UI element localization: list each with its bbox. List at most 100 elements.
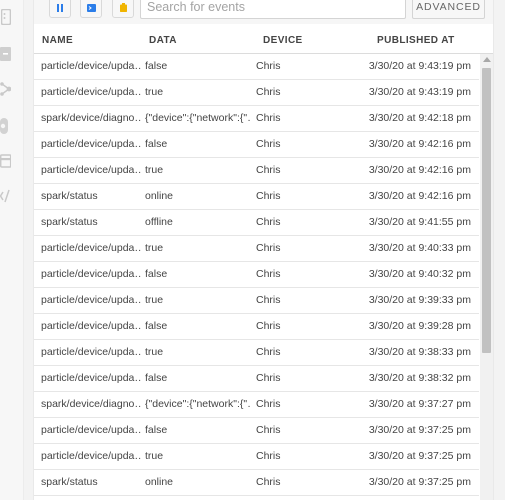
event-data-cell: online — [145, 190, 174, 202]
event-published-cell: 3/30/20 at 9:40:33 pm — [368, 242, 471, 254]
event-device-cell: Chris — [256, 294, 281, 306]
event-data-cell: true — [145, 450, 164, 462]
event-published-cell: 3/30/20 at 9:42:16 pm — [368, 190, 471, 202]
table-row[interactable]: spark/device/diagno… {"device":{"network"… — [34, 106, 479, 132]
event-data-cell: false — [145, 424, 168, 436]
event-name-cell: particle/device/upda… — [41, 424, 142, 436]
event-name-cell: particle/device/upda… — [41, 138, 142, 150]
event-name-cell: spark/device/diagno… — [41, 398, 142, 410]
event-data-cell: false — [145, 372, 168, 384]
table-row[interactable]: particle/device/upda… true Chris 3/30/20 at… — [34, 444, 479, 470]
table-row[interactable]: spark/status online Chris 3/30/20 at 9:37:2… — [34, 470, 479, 496]
table-row[interactable]: particle/device/upda… false Chris 3/30/20 a… — [34, 262, 479, 288]
event-name-cell: spark/status — [41, 216, 98, 228]
event-published-cell: 3/30/20 at 9:43:19 pm — [368, 86, 471, 98]
event-name-cell: particle/device/upda… — [41, 242, 142, 254]
event-published-cell: 3/30/20 at 9:38:32 pm — [368, 372, 471, 384]
table-row[interactable]: particle/device/upda… true Chris 3/30/20 at… — [34, 288, 479, 314]
table-row[interactable]: spark/status offline Chris 3/30/20 at 9:41:… — [34, 210, 479, 236]
event-device-cell: Chris — [256, 450, 281, 462]
event-published-cell: 3/30/20 at 9:43:19 pm — [368, 60, 471, 72]
event-published-cell: 3/30/20 at 9:40:32 pm — [368, 268, 471, 280]
table-row[interactable]: particle/device/upda… false Chris 3/30/20 a… — [34, 132, 479, 158]
event-name-cell: particle/device/upda… — [41, 294, 142, 306]
scrollbar[interactable] — [480, 54, 493, 500]
event-published-cell: 3/30/20 at 9:38:33 pm — [368, 346, 471, 358]
event-data-cell: {"device":{"network":{"… — [145, 112, 251, 124]
rail-divider — [23, 0, 24, 500]
event-name-cell: particle/device/upda… — [41, 320, 142, 332]
event-data-cell: false — [145, 268, 168, 280]
event-published-cell: 3/30/20 at 9:42:16 pm — [368, 164, 471, 176]
event-data-cell: true — [145, 294, 164, 306]
event-name-cell: spark/device/diagno… — [41, 112, 142, 124]
event-device-cell: Chris — [256, 320, 281, 332]
events-toolbar: ADVANCED — [34, 0, 493, 24]
event-device-cell: Chris — [256, 60, 281, 72]
event-device-cell: Chris — [256, 138, 281, 150]
column-header-name[interactable]: NAME — [42, 35, 73, 46]
table-row[interactable] — [34, 496, 479, 500]
event-device-cell: Chris — [256, 398, 281, 410]
event-published-cell: 3/30/20 at 9:37:27 pm — [368, 398, 471, 410]
event-published-cell: 3/30/20 at 9:37:25 pm — [368, 476, 471, 488]
event-device-cell: Chris — [256, 424, 281, 436]
event-published-cell: 3/30/20 at 9:42:16 pm — [368, 138, 471, 150]
event-device-cell: Chris — [256, 164, 281, 176]
event-name-cell: particle/device/upda… — [41, 450, 142, 462]
integrations-icon[interactable] — [0, 117, 11, 135]
code-icon[interactable] — [0, 187, 11, 205]
event-data-cell: false — [145, 138, 168, 150]
scroll-up-icon[interactable] — [483, 57, 491, 62]
console-icon[interactable] — [0, 45, 11, 63]
pause-button[interactable] — [49, 0, 71, 18]
table-row[interactable]: particle/device/upda… true Chris 3/30/20 at… — [34, 236, 479, 262]
search-input[interactable] — [140, 0, 406, 19]
table-row[interactable]: spark/device/diagno… {"device":{"network"… — [34, 392, 479, 418]
events-panel: ADVANCED NAME DATA DEVICE PUBLISHED AT p… — [33, 0, 494, 500]
event-published-cell: 3/30/20 at 9:41:55 pm — [368, 216, 471, 228]
table-row[interactable]: particle/device/upda… false Chris 3/30/20 a… — [34, 314, 479, 340]
column-header-device[interactable]: DEVICE — [263, 35, 303, 46]
billing-icon[interactable] — [0, 152, 11, 170]
table-row[interactable]: particle/device/upda… true Chris 3/30/20 at… — [34, 158, 479, 184]
table-row[interactable]: particle/device/upda… true Chris 3/30/20 at… — [34, 340, 479, 366]
event-device-cell: Chris — [256, 216, 281, 228]
event-device-cell: Chris — [256, 112, 281, 124]
event-device-cell: Chris — [256, 372, 281, 384]
event-device-cell: Chris — [256, 346, 281, 358]
event-data-cell: true — [145, 346, 164, 358]
event-name-cell: particle/device/upda… — [41, 164, 142, 176]
scrollbar-thumb[interactable] — [482, 68, 491, 353]
clear-button[interactable] — [112, 0, 134, 18]
event-published-cell: 3/30/20 at 9:39:33 pm — [368, 294, 471, 306]
events-table-body: particle/device/upda… false Chris 3/30/20 a… — [34, 54, 479, 500]
event-name-cell: spark/status — [41, 190, 98, 202]
table-row[interactable]: particle/device/upda… false Chris 3/30/20 a… — [34, 54, 479, 80]
advanced-button[interactable]: ADVANCED — [412, 0, 485, 19]
table-row[interactable]: particle/device/upda… true Chris 3/30/20 at… — [34, 80, 479, 106]
table-row[interactable]: particle/device/upda… false Chris 3/30/20 a… — [34, 366, 479, 392]
table-row[interactable]: spark/status online Chris 3/30/20 at 9:42:1… — [34, 184, 479, 210]
event-name-cell: particle/device/upda… — [41, 60, 142, 72]
event-published-cell: 3/30/20 at 9:39:28 pm — [368, 320, 471, 332]
event-data-cell: false — [145, 60, 168, 72]
event-data-cell: false — [145, 320, 168, 332]
mesh-network-icon[interactable] — [0, 80, 11, 98]
terminal-button[interactable] — [80, 0, 102, 18]
event-published-cell: 3/30/20 at 9:37:25 pm — [368, 450, 471, 462]
column-header-data[interactable]: DATA — [149, 35, 177, 46]
column-header-published-at[interactable]: PUBLISHED AT — [377, 35, 455, 46]
event-data-cell: true — [145, 242, 164, 254]
table-row[interactable]: particle/device/upda… false Chris 3/30/20 a… — [34, 418, 479, 444]
event-device-cell: Chris — [256, 190, 281, 202]
event-name-cell: particle/device/upda… — [41, 346, 142, 358]
event-data-cell: offline — [145, 216, 173, 228]
event-data-cell: true — [145, 86, 164, 98]
terminal-icon — [86, 0, 96, 16]
devices-icon[interactable] — [0, 8, 11, 26]
clear-icon — [119, 0, 127, 16]
event-device-cell: Chris — [256, 86, 281, 98]
event-published-cell: 3/30/20 at 9:42:18 pm — [368, 112, 471, 124]
event-data-cell: true — [145, 164, 164, 176]
